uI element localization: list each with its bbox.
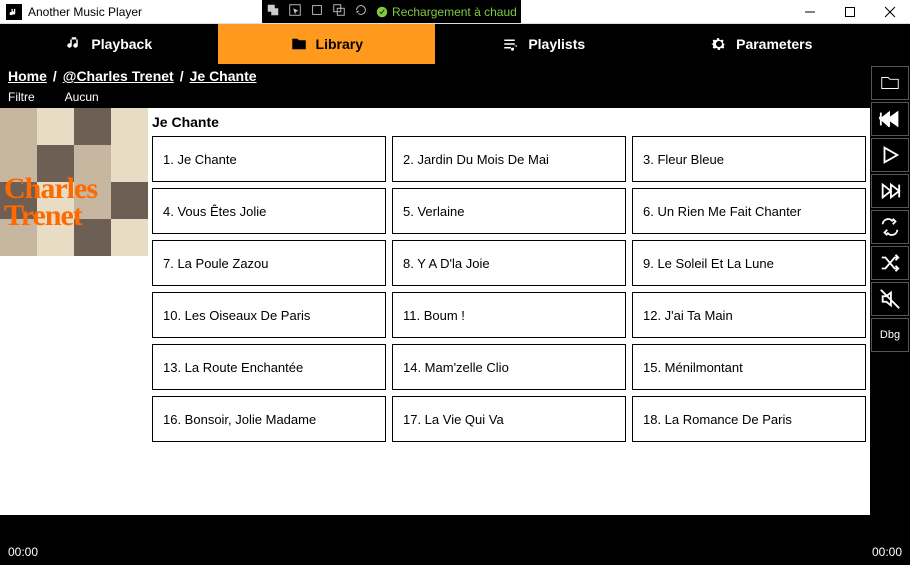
track-item[interactable]: 9. Le Soleil Et La Lune <box>632 240 866 286</box>
note-icon <box>65 35 83 53</box>
track-grid: 1. Je Chante2. Jardin Du Mois De Mai3. F… <box>148 136 870 515</box>
repeat-button[interactable] <box>871 210 909 244</box>
track-item[interactable]: 3. Fleur Bleue <box>632 136 866 182</box>
tab-library-label: Library <box>316 36 363 52</box>
tab-library[interactable]: Library <box>218 24 436 64</box>
tab-playlists-label: Playlists <box>528 36 585 52</box>
track-item[interactable]: 8. Y A D'la Joie <box>392 240 626 286</box>
track-item[interactable]: 18. La Romance De Paris <box>632 396 866 442</box>
debug-tool-icon[interactable] <box>266 3 280 20</box>
player-footer: 00:00 00:00 <box>0 515 910 565</box>
skip-back-button[interactable] <box>871 102 909 136</box>
track-item[interactable]: 10. Les Oiseaux De Paris <box>152 292 386 338</box>
content: Charles Trenet Je Chante 1. Je Chante2. … <box>0 108 870 515</box>
gear-icon <box>710 35 728 53</box>
album-cover[interactable]: Charles Trenet <box>0 108 148 256</box>
hot-reload-label: Rechargement à chaud <box>392 5 517 19</box>
filter-label: Filtre <box>8 90 35 104</box>
tab-playback[interactable]: Playback <box>0 24 218 64</box>
track-item[interactable]: 4. Vous Êtes Jolie <box>152 188 386 234</box>
breadcrumb-home[interactable]: Home <box>8 68 47 84</box>
debug-square-icon[interactable] <box>310 3 324 20</box>
tab-playlists[interactable]: Playlists <box>435 24 653 64</box>
debug-toolbar: Rechargement à chaud <box>262 0 521 23</box>
track-item[interactable]: 12. J'ai Ta Main <box>632 292 866 338</box>
folder-note-icon <box>290 35 308 53</box>
track-item[interactable]: 2. Jardin Du Mois De Mai <box>392 136 626 182</box>
filter-value[interactable]: Aucun <box>65 90 99 104</box>
tab-parameters-label: Parameters <box>736 36 812 52</box>
debug-button[interactable]: Dbg <box>871 318 909 352</box>
cover-text-1: Charles <box>4 175 97 202</box>
track-item[interactable]: 7. La Poule Zazou <box>152 240 386 286</box>
debug-squares-icon[interactable] <box>332 3 346 20</box>
time-position: 00:00 <box>8 545 38 559</box>
breadcrumb: Home / @Charles Trenet / Je Chante <box>0 64 870 88</box>
tabs: Playback Library Playlists Parameters <box>0 24 870 64</box>
hot-reload-indicator[interactable]: Rechargement à chaud <box>376 5 517 19</box>
mute-button[interactable] <box>871 282 909 316</box>
titlebar: Another Music Player Rechargement à chau… <box>0 0 910 24</box>
breadcrumb-album[interactable]: Je Chante <box>190 68 257 84</box>
maximize-button[interactable] <box>830 0 870 23</box>
debug-refresh-icon[interactable] <box>354 3 368 20</box>
track-item[interactable]: 17. La Vie Qui Va <box>392 396 626 442</box>
app-icon <box>6 4 22 20</box>
cover-text-2: Trenet <box>4 202 97 229</box>
minimize-button[interactable] <box>790 0 830 23</box>
close-button[interactable] <box>870 0 910 23</box>
main: Home / @Charles Trenet / Je Chante Filtr… <box>0 64 910 515</box>
track-item[interactable]: 5. Verlaine <box>392 188 626 234</box>
playlist-icon <box>502 35 520 53</box>
tab-parameters[interactable]: Parameters <box>653 24 871 64</box>
track-item[interactable]: 13. La Route Enchantée <box>152 344 386 390</box>
track-item[interactable]: 14. Mam'zelle Clio <box>392 344 626 390</box>
filter-row: Filtre Aucun <box>0 88 870 108</box>
breadcrumb-artist[interactable]: @Charles Trenet <box>63 68 174 84</box>
right-sidebar: Dbg <box>870 64 910 515</box>
track-item[interactable]: 16. Bonsoir, Jolie Madame <box>152 396 386 442</box>
album-title: Je Chante <box>148 108 870 136</box>
breadcrumb-sep: / <box>53 68 57 84</box>
play-button[interactable] <box>871 138 909 172</box>
shuffle-button[interactable] <box>871 246 909 280</box>
open-folder-button[interactable] <box>871 66 909 100</box>
app-title: Another Music Player <box>28 5 142 19</box>
breadcrumb-sep: / <box>180 68 184 84</box>
time-duration: 00:00 <box>872 545 902 559</box>
track-item[interactable]: 15. Ménilmontant <box>632 344 866 390</box>
debug-select-icon[interactable] <box>288 3 302 20</box>
tab-playback-label: Playback <box>91 36 152 52</box>
app-body: Playback Library Playlists Parameters Ho… <box>0 24 910 565</box>
track-item[interactable]: 11. Boum ! <box>392 292 626 338</box>
nav-row: Playback Library Playlists Parameters <box>0 24 910 64</box>
track-item[interactable]: 1. Je Chante <box>152 136 386 182</box>
track-item[interactable]: 6. Un Rien Me Fait Chanter <box>632 188 866 234</box>
skip-forward-button[interactable] <box>871 174 909 208</box>
